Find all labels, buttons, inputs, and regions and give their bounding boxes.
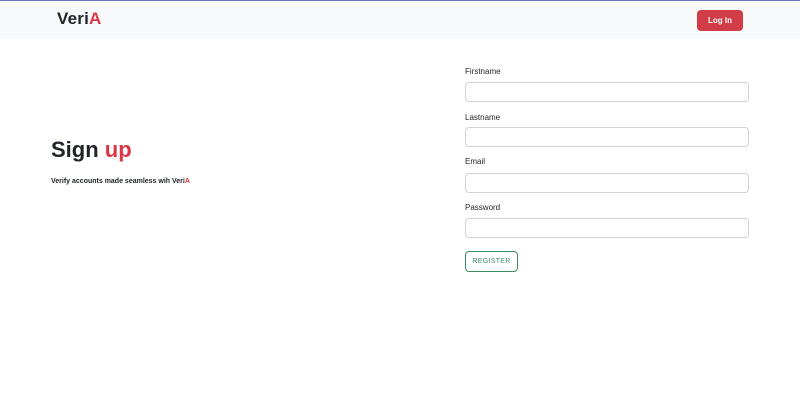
navbar: VeriA Log In (0, 0, 800, 39)
password-label: Password (465, 203, 501, 212)
register-button[interactable]: REGISTER (465, 251, 518, 272)
firstname-label: Firstname (465, 67, 501, 76)
password-field[interactable] (465, 218, 749, 238)
title-accent: up (104, 137, 132, 162)
login-button[interactable]: Log In (697, 10, 743, 31)
subtitle-accent: A (184, 178, 190, 185)
subtitle-prefix: Verify accounts made seamless wih Veri (51, 178, 185, 185)
email-field[interactable] (465, 173, 749, 193)
page-title: Sign up (51, 137, 132, 163)
title-prefix: Sign (51, 137, 99, 162)
lastname-label: Lastname (465, 113, 501, 122)
brand-accent: A (89, 9, 102, 28)
email-label: Email (465, 157, 486, 166)
page-subtitle: Verify accounts made seamless wih VeriA (51, 178, 190, 185)
brand-logo[interactable]: VeriA (57, 9, 101, 29)
firstname-field[interactable] (465, 82, 749, 102)
lastname-field[interactable] (465, 127, 749, 147)
brand-prefix: Veri (57, 9, 89, 28)
